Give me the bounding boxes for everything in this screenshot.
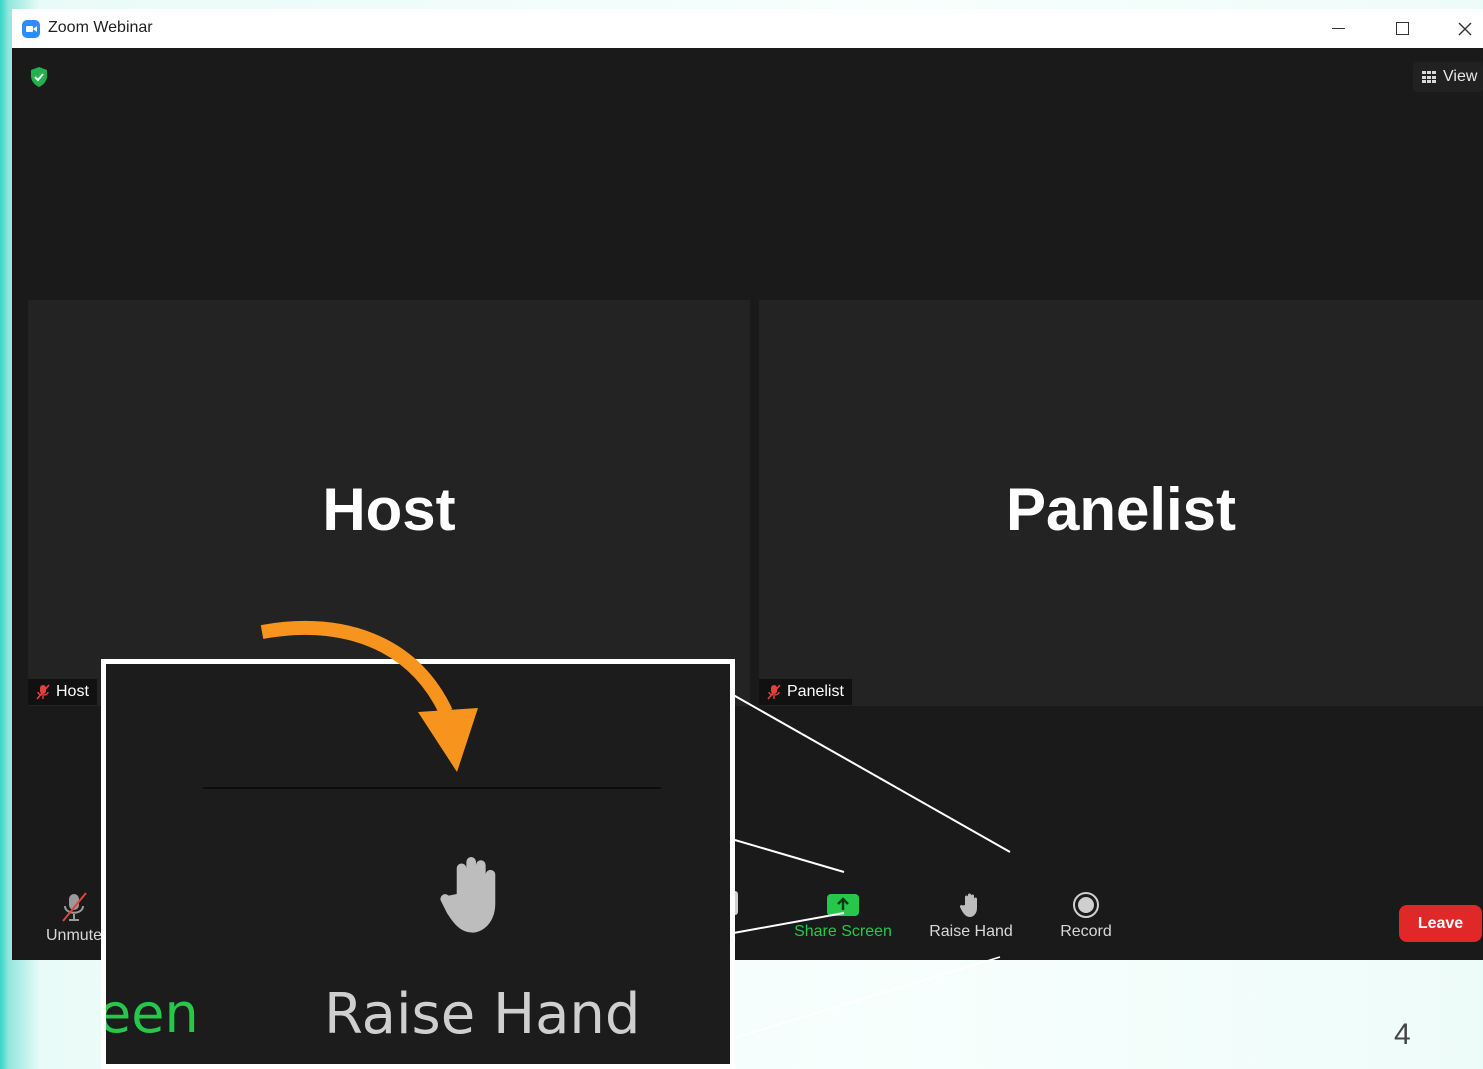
slide-page-number: 4 [1394, 1018, 1411, 1051]
pointer-arrow-icon [260, 621, 478, 772]
